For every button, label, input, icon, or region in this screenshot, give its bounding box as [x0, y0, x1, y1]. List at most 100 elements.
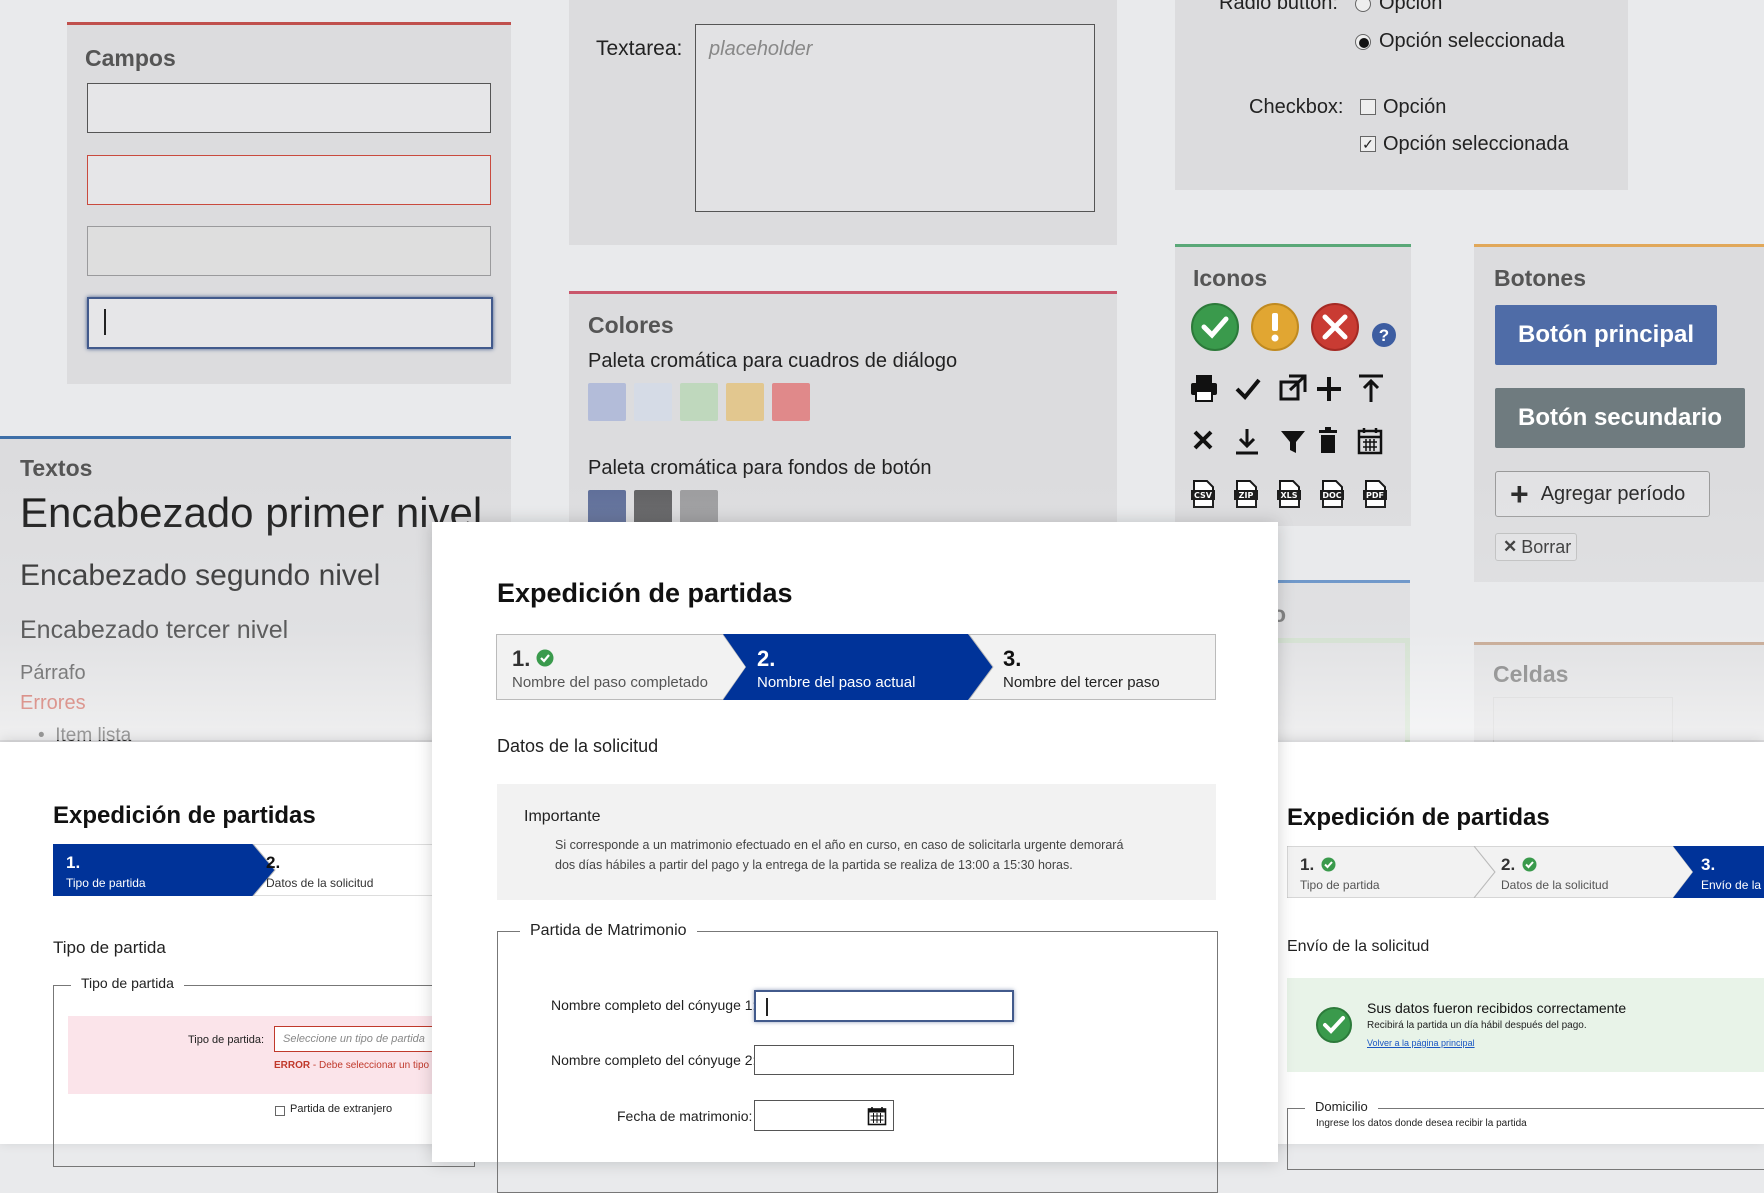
- center-step-3-name[interactable]: Nombre del tercer paso: [1003, 674, 1160, 691]
- color-swatch: [588, 383, 626, 421]
- primary-button[interactable]: Botón principal: [1495, 305, 1717, 365]
- left-step-2-number: 2.: [266, 853, 281, 872]
- warning-circle-icon: [1251, 303, 1299, 351]
- file-icon-label: XLS: [1280, 491, 1298, 500]
- left-sheet-title: Expedición de partidas: [53, 802, 316, 829]
- palette-button-label: Paleta cromática para fondos de botón: [588, 457, 932, 479]
- heading-1-sample: Encabezado primer nivel: [20, 489, 483, 536]
- left-step-2-name[interactable]: Datos de la solicitud: [266, 876, 373, 890]
- radio-selected-label: Opción seleccionada: [1379, 30, 1565, 52]
- text-cursor: [766, 998, 768, 1016]
- field-focused[interactable]: [87, 297, 493, 349]
- notice-line-2: dos días hábiles a partir del pago y la …: [555, 858, 1073, 872]
- calendar-icon: [1357, 428, 1383, 455]
- notice-line-1: Si corresponde a un matrimonio efectuado…: [555, 838, 1124, 852]
- spouse-2-input[interactable]: [754, 1045, 1014, 1075]
- right-fieldset-hint: Ingrese los datos donde desea recibir la…: [1316, 1118, 1527, 1129]
- download-icon: [1236, 429, 1258, 455]
- secondary-button[interactable]: Botón secundario: [1495, 388, 1745, 448]
- center-step-2-number: 2.: [757, 646, 776, 671]
- textarea-placeholder: placeholder: [709, 38, 813, 60]
- right-form-sheet: Expedición de partidas 1. Tipo de partid…: [1270, 742, 1764, 1170]
- pdf-file-icon: PDF: [1363, 480, 1387, 508]
- right-step-1-check-icon: [1321, 857, 1336, 872]
- error-circle-icon: [1311, 303, 1359, 351]
- svg-text:?: ?: [1379, 326, 1389, 345]
- left-foreign-checkbox[interactable]: [275, 1106, 285, 1116]
- left-form-sheet: Expedición de partidas 1. Tipo de partid…: [0, 742, 475, 1167]
- checkbox-selected-label: Opción seleccionada: [1383, 133, 1569, 155]
- color-swatch: [680, 383, 718, 421]
- color-swatch: [726, 383, 764, 421]
- center-stepper: 1. Nombre del paso completado 2. Nombre …: [496, 634, 1216, 700]
- spouse-1-input[interactable]: [754, 990, 1014, 1022]
- right-step-2-check-icon: [1522, 857, 1537, 872]
- colores-panel: Colores Paleta cromática para cuadros de…: [569, 291, 1117, 531]
- icon-row-1: [1191, 374, 1383, 402]
- paragraph-sample: Párrafo: [20, 662, 86, 684]
- trash-icon: [1319, 427, 1337, 453]
- center-step-1-number: 1.: [512, 646, 531, 671]
- checkbox-unchecked[interactable]: [1360, 99, 1376, 115]
- heading-2-sample: Encabezado segundo nivel: [20, 559, 381, 592]
- right-step-3-number: 3.: [1701, 855, 1716, 874]
- right-success-box: Sus datos fueron recibidos correctamente…: [1287, 978, 1764, 1072]
- csv-file-icon: CSV: [1191, 480, 1215, 508]
- delete-button[interactable]: ✕ Borrar: [1495, 533, 1577, 561]
- field-disabled: [87, 226, 491, 276]
- plus-icon: [1317, 377, 1341, 401]
- left-step-1-number: 1.: [66, 853, 81, 872]
- marriage-date-label: Fecha de matrimonio:: [617, 1108, 753, 1124]
- center-step-2-name[interactable]: Nombre del paso actual: [757, 674, 915, 691]
- radio-unselected[interactable]: [1355, 0, 1371, 12]
- calendar-icon[interactable]: [867, 1106, 887, 1126]
- add-period-button[interactable]: + Agregar período: [1495, 471, 1710, 517]
- center-step-1-check-icon: [536, 649, 554, 667]
- center-step-1-name[interactable]: Nombre del paso completado: [512, 674, 708, 691]
- campos-title: Campos: [85, 45, 176, 71]
- xls-file-icon: XLS: [1277, 480, 1301, 508]
- left-step-1-name[interactable]: Tipo de partida: [66, 876, 146, 890]
- right-step-1-name[interactable]: Tipo de partida: [1300, 878, 1380, 892]
- print-icon: [1191, 375, 1217, 402]
- field-error[interactable]: [87, 155, 491, 205]
- important-notice: Importante Si corresponde a un matrimoni…: [497, 784, 1216, 900]
- textarea-input[interactable]: placeholder: [695, 24, 1095, 212]
- success-home-link[interactable]: Volver a la página principal: [1367, 1038, 1475, 1048]
- add-period-label: Agregar período: [1540, 482, 1686, 505]
- botones-panel: Botones Botón principal Botón secundario…: [1474, 244, 1764, 582]
- check-icon: [1235, 378, 1261, 400]
- left-section-title: Tipo de partida: [53, 938, 166, 957]
- radio-option-label: Opción: [1379, 0, 1443, 14]
- iconos-panel: Iconos ? CSV ZIP XLS DOC PDF: [1175, 244, 1411, 526]
- right-step-2-name[interactable]: Datos de la solicitud: [1501, 878, 1608, 892]
- palette-dialog-label: Paleta cromática para cuadros de diálogo: [588, 350, 958, 372]
- textarea-panel: Textarea: placeholder: [569, 0, 1117, 245]
- help-icon: ?: [1372, 323, 1396, 347]
- spouse-2-label: Nombre completo del cónyuge 2:: [551, 1052, 757, 1068]
- campos-panel: Campos: [67, 22, 511, 384]
- marriage-date-input[interactable]: [754, 1100, 894, 1131]
- right-step-1-number: 1.: [1300, 855, 1315, 874]
- left-error-message: ERROR - Debe seleccionar un tipo d: [274, 1060, 438, 1071]
- left-fieldset-legend: Tipo de partida: [71, 975, 184, 991]
- right-step-3-name[interactable]: Envío de la: [1701, 878, 1761, 892]
- color-swatch: [772, 383, 810, 421]
- radio-label: Radio button:: [1219, 0, 1338, 14]
- file-icon-label: DOC: [1322, 491, 1342, 500]
- filter-icon: [1281, 431, 1305, 453]
- left-foreign-checkbox-label: Partida de extranjero: [290, 1103, 393, 1115]
- file-icon-label: PDF: [1366, 491, 1384, 500]
- left-type-select[interactable]: Seleccione un tipo de partida: [274, 1026, 454, 1052]
- plus-icon: +: [1510, 476, 1529, 512]
- left-error-block: Tipo de partida: Seleccione un tipo de p…: [68, 1016, 454, 1094]
- checkbox-checked[interactable]: ✓: [1360, 136, 1376, 152]
- zip-file-icon: ZIP: [1234, 480, 1258, 508]
- iconos-title: Iconos: [1193, 265, 1268, 291]
- field-normal[interactable]: [87, 83, 491, 133]
- botones-title: Botones: [1494, 265, 1586, 291]
- checkbox-label: Checkbox:: [1249, 96, 1344, 118]
- textos-title: Textos: [20, 455, 93, 481]
- icon-row-2: [1193, 427, 1383, 455]
- radio-selected[interactable]: [1355, 34, 1371, 50]
